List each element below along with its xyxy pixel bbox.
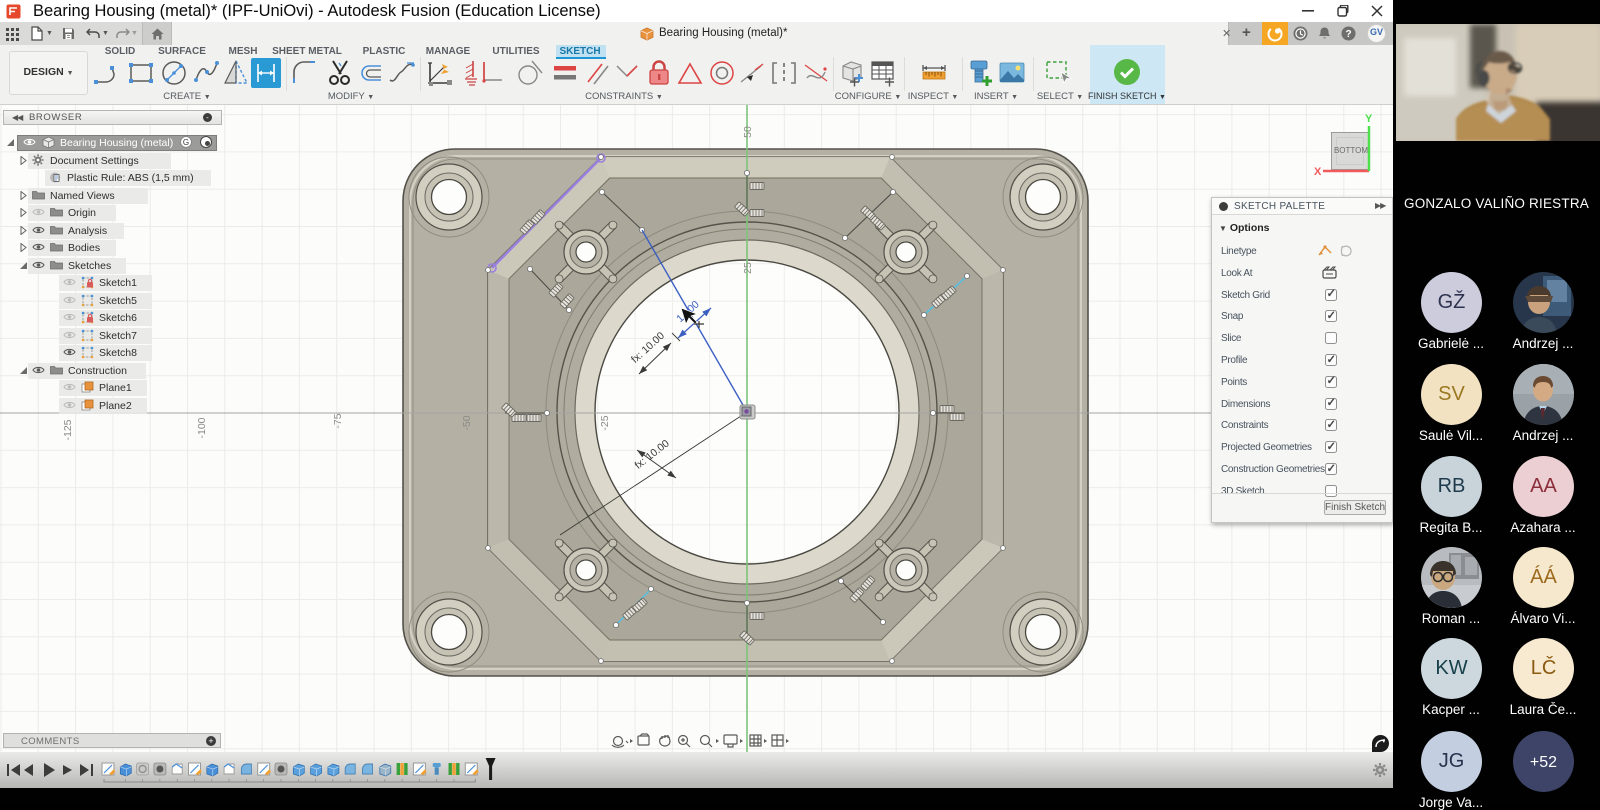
svg-text:-125: -125 xyxy=(62,419,74,440)
svg-text:50: 50 xyxy=(742,126,754,138)
svg-text:?: ? xyxy=(1345,29,1351,40)
svg-text:-25: -25 xyxy=(599,415,611,430)
svg-text:Y: Y xyxy=(1365,113,1373,125)
svg-text:-50: -50 xyxy=(461,415,473,430)
svg-text:-100: -100 xyxy=(196,417,208,438)
svg-text:X: X xyxy=(1314,166,1322,178)
svg-text:25: 25 xyxy=(742,262,754,274)
svg-text:-75: -75 xyxy=(332,413,344,428)
